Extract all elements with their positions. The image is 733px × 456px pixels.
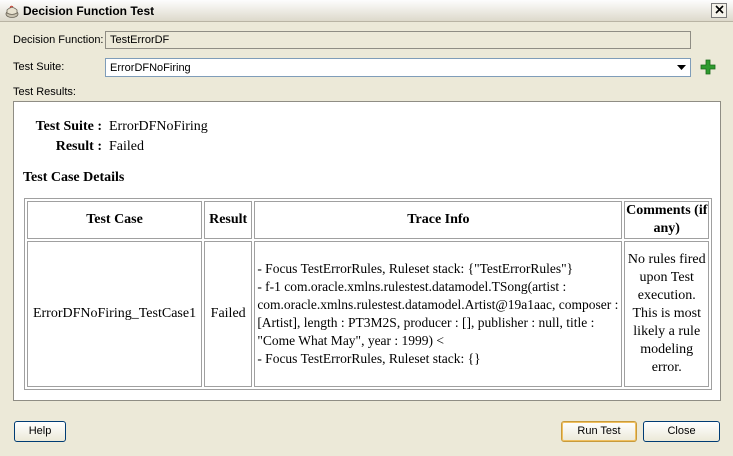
test-results-panel: Test Suite : ErrorDFNoFiring Result : Fa… [13,101,721,401]
test-case-details-heading: Test Case Details [23,170,125,185]
test-suite-selected-value: ErrorDFNoFiring [110,62,191,74]
suite-key: Test Suite : [35,119,102,134]
close-button[interactable]: Close [643,421,720,442]
run-test-button[interactable]: Run Test [561,421,637,442]
title-bar: Decision Function Test [0,0,733,22]
test-case-table: Test Case Result Trace Info Comments (if… [24,198,712,390]
trace-info-cell: - Focus TestErrorRules, Ruleset stack: {… [254,241,623,387]
plus-icon [699,59,717,79]
oracle-coffee-cup-icon [4,3,20,19]
window-close-button[interactable] [711,3,727,18]
result-key: Result : [55,139,102,154]
decision-function-field: TestErrorDF [105,31,691,49]
chevron-down-icon[interactable] [674,60,689,75]
column-header: Test Case [27,201,203,239]
table-row: ErrorDFNoFiring_TestCase1 Failed - Focus… [27,241,709,387]
test-suite-label: Test Suite: [13,61,65,73]
result-value: Failed [109,139,144,154]
table-header-row: Test Case Result Trace Info Comments (if… [27,201,709,239]
test-results-label: Test Results: [13,86,76,98]
trace-line: - Focus TestErrorRules, Ruleset stack: {… [257,351,481,366]
close-icon [714,4,724,17]
trace-line: - Focus TestErrorRules, Ruleset stack: {… [257,261,574,276]
decision-function-label: Decision Function: [13,34,104,46]
help-button[interactable]: Help [14,421,66,442]
comments-cell: No rules fired upon Test execution. This… [624,241,709,387]
column-header: Comments (if any) [624,201,709,239]
test-case-cell: ErrorDFNoFiring_TestCase1 [27,241,203,387]
window-title: Decision Function Test [23,4,155,18]
add-test-suite-button[interactable] [699,58,717,76]
suite-value: ErrorDFNoFiring [109,119,208,134]
column-header: Result [204,201,253,239]
result-cell: Failed [204,241,253,387]
trace-line: - f-1 com.oracle.xmlns.rulestest.datamod… [257,279,619,348]
column-header: Trace Info [254,201,623,239]
test-suite-select[interactable]: ErrorDFNoFiring [105,58,691,77]
